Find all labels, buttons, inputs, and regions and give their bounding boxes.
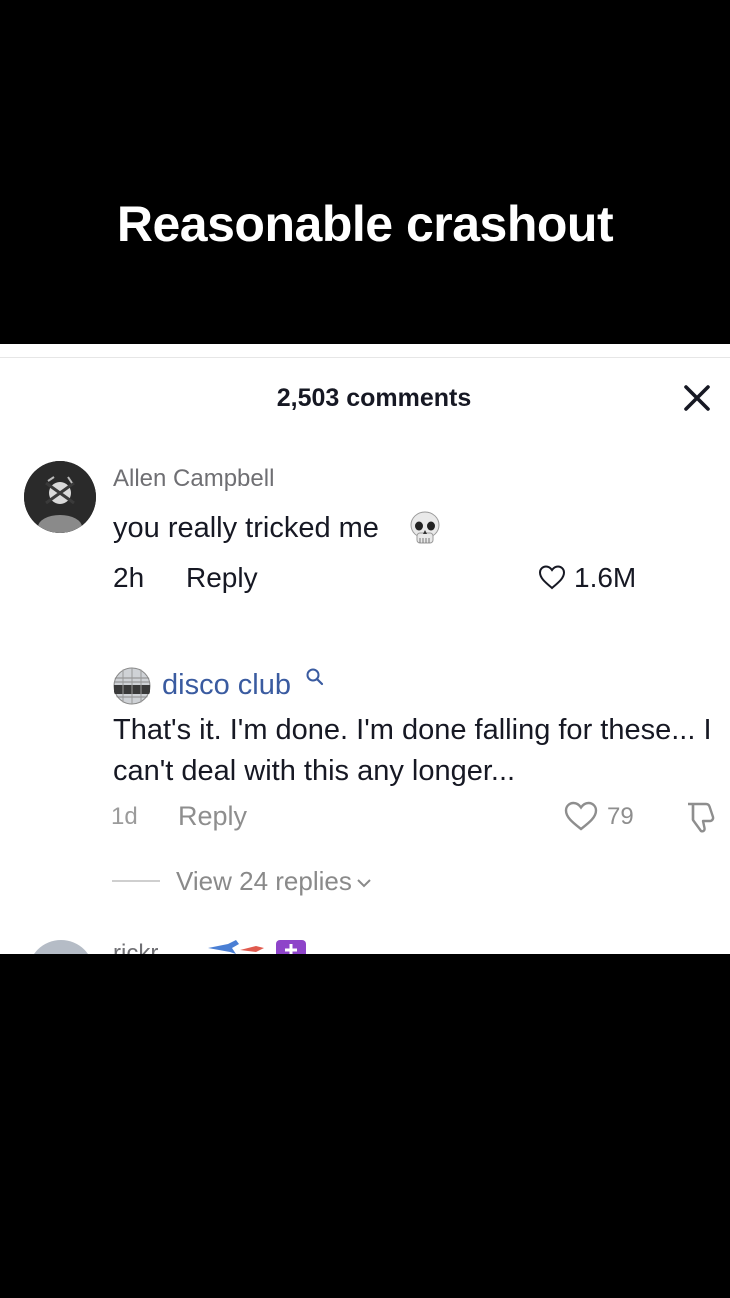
skull-emoji-icon (410, 511, 440, 544)
reply-button[interactable]: Reply (178, 801, 247, 832)
comment-author[interactable]: Allen Campbell (113, 465, 274, 493)
comments-panel: 2,503 comments Allen Campbell you really… (0, 344, 730, 954)
reply-button[interactable]: Reply (186, 562, 258, 594)
comment-author[interactable]: disco club (162, 669, 291, 702)
search-icon (306, 668, 324, 686)
comment-text: That's it. I'm done. I'm done falling fo… (113, 714, 712, 787)
comment-author[interactable]: rickr (113, 940, 158, 954)
view-replies-label: View 24 replies (176, 866, 352, 896)
comment-time: 2h (113, 562, 145, 593)
close-icon[interactable] (680, 381, 714, 415)
video-caption: Reasonable crashout (116, 196, 614, 252)
like-count: 1.6M (574, 562, 637, 593)
airplane-emoji-icon (208, 940, 306, 954)
heart-icon[interactable] (563, 799, 599, 833)
comments-count: 2,503 comments (276, 384, 472, 412)
avatar[interactable] (113, 667, 151, 705)
avatar[interactable] (24, 461, 96, 533)
dislike-icon[interactable] (682, 799, 718, 835)
heart-icon[interactable] (537, 562, 567, 592)
panel-divider (0, 357, 730, 358)
replies-divider (112, 880, 160, 882)
comment-time: 1d (111, 803, 138, 830)
chevron-down-icon (357, 879, 371, 888)
view-replies-button[interactable]: View 24 replies (176, 866, 372, 897)
disco-ball-avatar-icon (113, 667, 151, 705)
comment-text: you really tricked me (113, 512, 379, 544)
avatar[interactable] (28, 940, 94, 954)
like-count: 79 (607, 803, 634, 830)
avatar-image (24, 461, 96, 533)
